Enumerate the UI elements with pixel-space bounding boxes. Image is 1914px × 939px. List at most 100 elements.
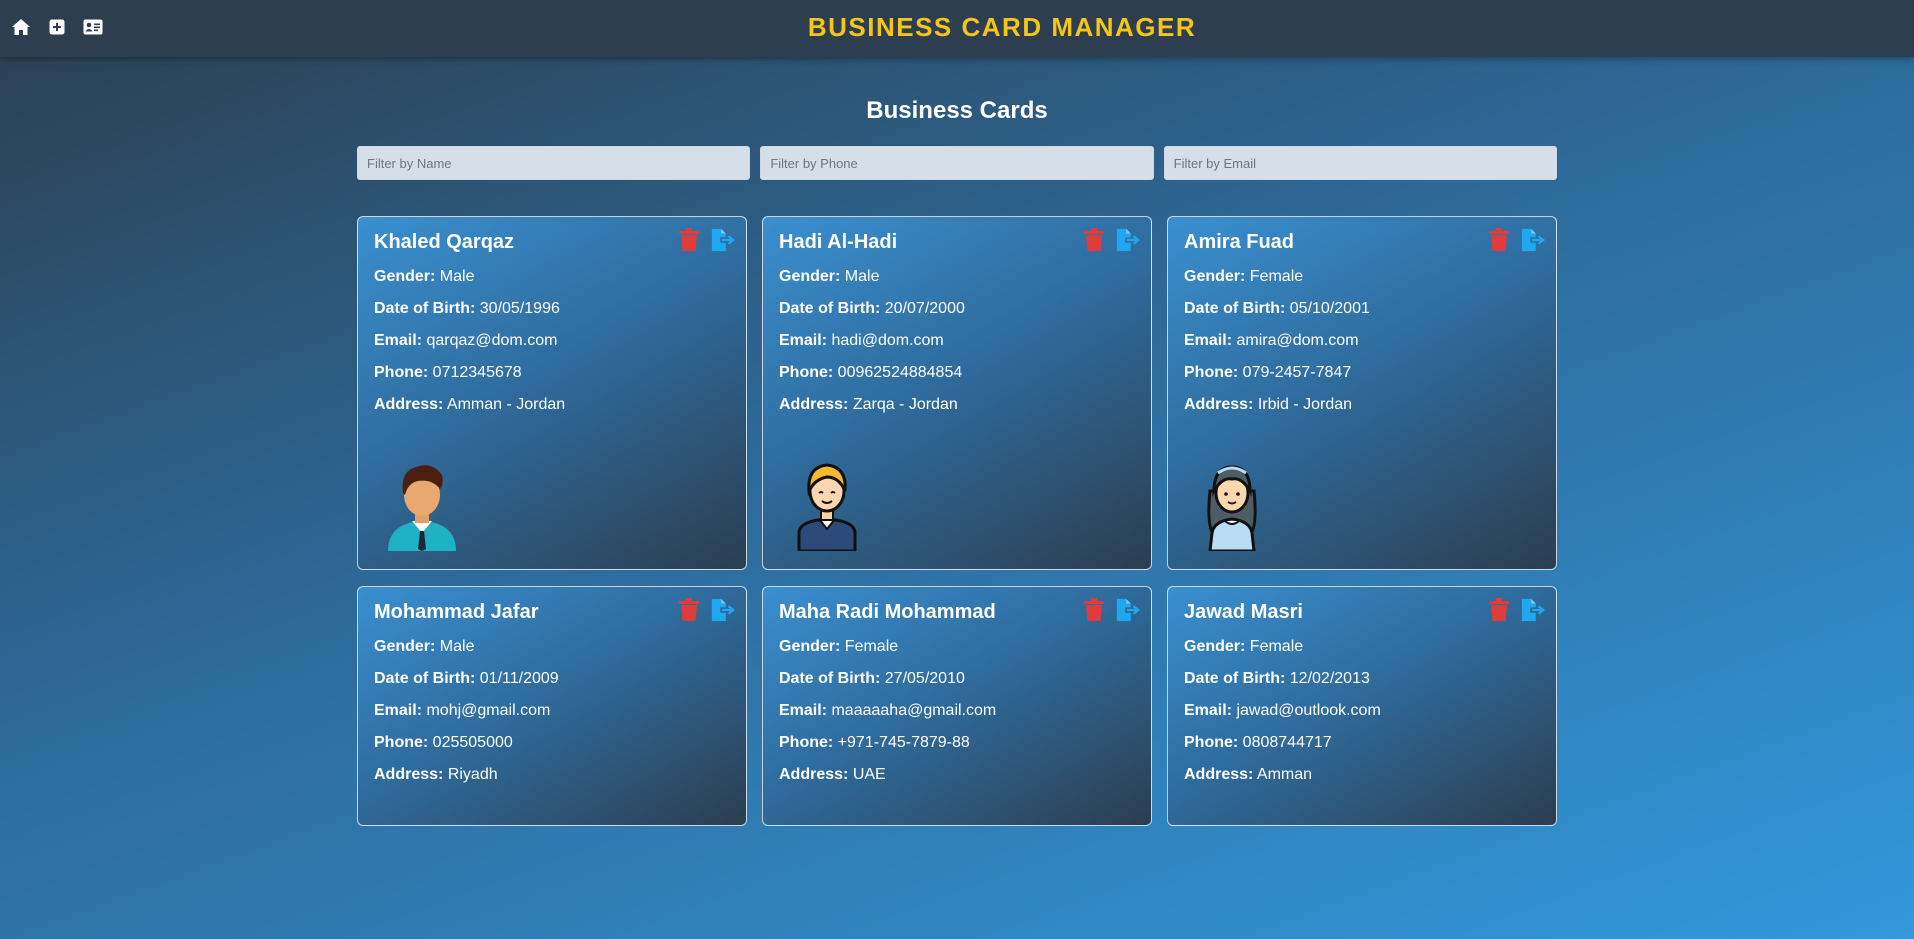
delete-icon[interactable]: [1081, 227, 1107, 253]
email-field: Email: jawad@outlook.com: [1184, 702, 1540, 720]
email-label: Email:: [374, 702, 423, 719]
address-label: Address:: [779, 766, 849, 783]
dob-label: Date of Birth:: [779, 300, 881, 317]
dob-value: 01/11/2009: [479, 670, 559, 687]
phone-field: Phone: 025505000: [374, 734, 730, 752]
phone-field: Phone: 0712345678: [374, 364, 730, 382]
card-actions: [676, 227, 736, 253]
dob-field: Date of Birth: 12/02/2013: [1184, 670, 1540, 688]
address-label: Address:: [1184, 766, 1254, 783]
address-label: Address:: [374, 766, 444, 783]
address-field: Address: Irbid - Jordan: [1184, 396, 1540, 414]
email-field: Email: qarqaz@dom.com: [374, 332, 730, 350]
gender-label: Gender:: [1184, 638, 1246, 655]
email-label: Email:: [1184, 332, 1233, 349]
address-value: Irbid - Jordan: [1257, 396, 1353, 413]
filter-phone-input[interactable]: [760, 146, 1154, 180]
gender-value: Female: [844, 638, 899, 655]
boy-blonde-avatar-icon: [797, 463, 857, 551]
phone-value: 0808744717: [1242, 734, 1332, 751]
phone-label: Phone:: [779, 734, 834, 751]
gender-value: Female: [1249, 638, 1304, 655]
export-icon[interactable]: [1520, 227, 1546, 253]
dob-value: 27/05/2010: [884, 670, 965, 687]
delete-icon[interactable]: [1486, 227, 1512, 253]
man-suit-avatar-icon: [388, 465, 456, 551]
business-card: Maha Radi Mohammad Gender: Female Date o…: [762, 586, 1152, 826]
address-field: Address: UAE: [779, 766, 1135, 784]
phone-label: Phone:: [374, 734, 429, 751]
business-card: Jawad Masri Gender: Female Date of Birth…: [1167, 586, 1557, 826]
gender-label: Gender:: [779, 268, 841, 285]
filter-name-input[interactable]: [357, 146, 751, 180]
business-card: Amira Fuad Gender: Female Date of Birth:…: [1167, 216, 1557, 570]
delete-icon[interactable]: [1486, 597, 1512, 623]
gender-value: Female: [1249, 268, 1304, 285]
address-value: Zarqa - Jordan: [852, 396, 958, 413]
email-value: maaaaaha@gmail.com: [831, 702, 997, 719]
address-field: Address: Amman: [1184, 766, 1540, 784]
phone-value: +971-745-7879-88: [837, 734, 970, 751]
email-field: Email: hadi@dom.com: [779, 332, 1135, 350]
delete-icon[interactable]: [1081, 597, 1107, 623]
dob-field: Date of Birth: 30/05/1996: [374, 300, 730, 318]
top-navbar: BUSINESS CARD MANAGER: [0, 0, 1914, 57]
gender-field: Gender: Male: [374, 268, 730, 286]
card-actions: [676, 597, 736, 623]
dob-field: Date of Birth: 01/11/2009: [374, 670, 730, 688]
email-value: qarqaz@dom.com: [426, 332, 558, 349]
email-value: jawad@outlook.com: [1236, 702, 1381, 719]
export-icon[interactable]: [710, 227, 736, 253]
email-label: Email:: [779, 332, 828, 349]
address-value: Amman: [1256, 766, 1313, 783]
delete-icon[interactable]: [676, 227, 702, 253]
email-field: Email: mohj@gmail.com: [374, 702, 730, 720]
export-icon[interactable]: [1520, 597, 1546, 623]
app-title: BUSINESS CARD MANAGER: [807, 12, 1197, 42]
phone-value: 025505000: [432, 734, 513, 751]
business-card: Hadi Al-Hadi Gender: Male Date of Birth:…: [762, 216, 1152, 570]
dob-label: Date of Birth:: [1184, 670, 1286, 687]
address-field: Address: Amman - Jordan: [374, 396, 730, 414]
email-field: Email: amira@dom.com: [1184, 332, 1540, 350]
card-actions: [1081, 597, 1141, 623]
business-card: Mohammad Jafar Gender: Male Date of Birt…: [357, 586, 747, 826]
dob-value: 30/05/1996: [479, 300, 560, 317]
email-field: Email: maaaaaha@gmail.com: [779, 702, 1135, 720]
gender-value: Male: [439, 638, 475, 655]
address-value: UAE: [852, 766, 886, 783]
export-icon[interactable]: [1115, 597, 1141, 623]
business-card: Khaled Qarqaz Gender: Male Date of Birth…: [357, 216, 747, 570]
dob-field: Date of Birth: 27/05/2010: [779, 670, 1135, 688]
dob-value: 20/07/2000: [884, 300, 965, 317]
phone-label: Phone:: [779, 364, 834, 381]
dob-value: 05/10/2001: [1289, 300, 1370, 317]
address-value: Riyadh: [447, 766, 498, 783]
phone-label: Phone:: [1184, 364, 1239, 381]
gender-label: Gender:: [779, 638, 841, 655]
gender-label: Gender:: [374, 268, 436, 285]
phone-field: Phone: 0808744717: [1184, 734, 1540, 752]
delete-icon[interactable]: [676, 597, 702, 623]
phone-value: 079-2457-7847: [1242, 364, 1352, 381]
filter-email-input[interactable]: [1163, 146, 1557, 180]
dob-label: Date of Birth:: [374, 300, 476, 317]
address-label: Address:: [779, 396, 849, 413]
gender-value: Male: [439, 268, 475, 285]
address-field: Address: Zarqa - Jordan: [779, 396, 1135, 414]
address-label: Address:: [1184, 396, 1254, 413]
gender-value: Male: [844, 268, 880, 285]
dob-value: 12/02/2013: [1289, 670, 1370, 687]
dob-label: Date of Birth:: [1184, 300, 1286, 317]
dob-field: Date of Birth: 05/10/2001: [1184, 300, 1540, 318]
export-icon[interactable]: [710, 597, 736, 623]
email-label: Email:: [374, 332, 423, 349]
address-value: Amman - Jordan: [446, 396, 566, 413]
email-value: hadi@dom.com: [831, 332, 944, 349]
export-icon[interactable]: [1115, 227, 1141, 253]
address-field: Address: Riyadh: [374, 766, 730, 784]
phone-label: Phone:: [1184, 734, 1239, 751]
phone-field: Phone: 00962524884854: [779, 364, 1135, 382]
dob-label: Date of Birth:: [779, 670, 881, 687]
card-actions: [1081, 227, 1141, 253]
